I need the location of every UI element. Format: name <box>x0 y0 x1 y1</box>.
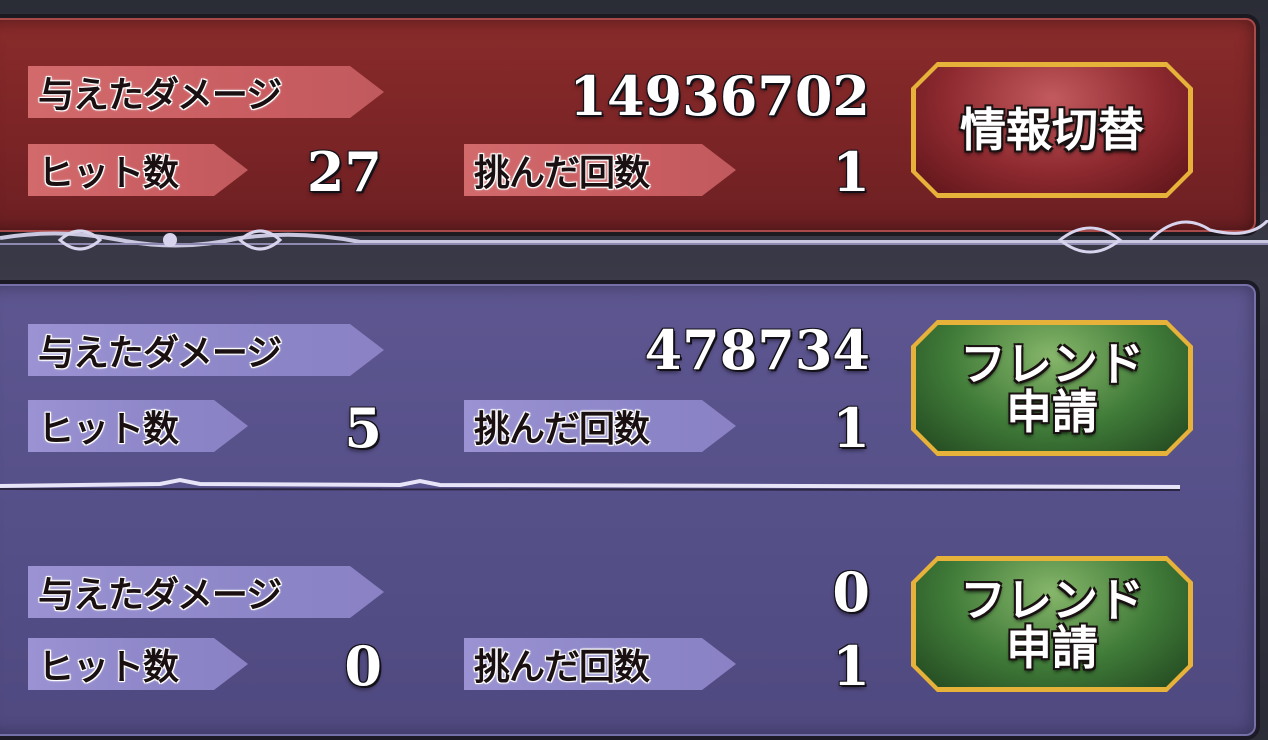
friend-request-button[interactable]: フレンド 申請 <box>911 320 1193 456</box>
row-divider <box>0 477 1181 491</box>
damage-label: 与えたダメージ <box>28 66 384 118</box>
tries-label: 挑んだ回数 <box>464 144 736 196</box>
hits-value: 27 <box>306 140 382 204</box>
hits-label: ヒット数 <box>28 638 248 690</box>
hits-value: 0 <box>344 634 382 698</box>
hits-label: ヒット数 <box>28 144 248 196</box>
player-list-panel: 与えたダメージ 478734 ヒット数 5 挑んだ回数 1 フレンド 申請 与え… <box>0 280 1260 740</box>
tries-label: 挑んだ回数 <box>464 400 736 452</box>
damage-label: 与えたダメージ <box>28 324 384 376</box>
damage-value: 478734 <box>644 318 870 382</box>
damage-label: 与えたダメージ <box>28 566 384 618</box>
damage-value: 14936702 <box>569 64 870 128</box>
damage-value: 0 <box>832 560 870 624</box>
friend-request-label-line1: フレンド <box>960 572 1144 627</box>
info-switch-label: 情報切替 <box>960 102 1144 157</box>
tries-value: 1 <box>832 140 870 204</box>
tries-label: 挑んだ回数 <box>464 638 736 690</box>
hits-value: 5 <box>344 396 382 460</box>
friend-request-label-line2: 申請 <box>1006 621 1098 675</box>
info-switch-button[interactable]: 情報切替 <box>911 62 1193 198</box>
tries-value: 1 <box>832 396 870 460</box>
friend-request-label-line1: フレンド <box>960 336 1144 391</box>
ornament-divider <box>0 220 1268 254</box>
friend-request-label-line2: 申請 <box>1006 385 1098 439</box>
hits-label: ヒット数 <box>28 400 248 452</box>
player-1-stats-panel: 与えたダメージ 14936702 ヒット数 27 挑んだ回数 1 情報切替 <box>0 14 1260 236</box>
friend-request-button[interactable]: フレンド 申請 <box>911 556 1193 692</box>
tries-value: 1 <box>832 634 870 698</box>
